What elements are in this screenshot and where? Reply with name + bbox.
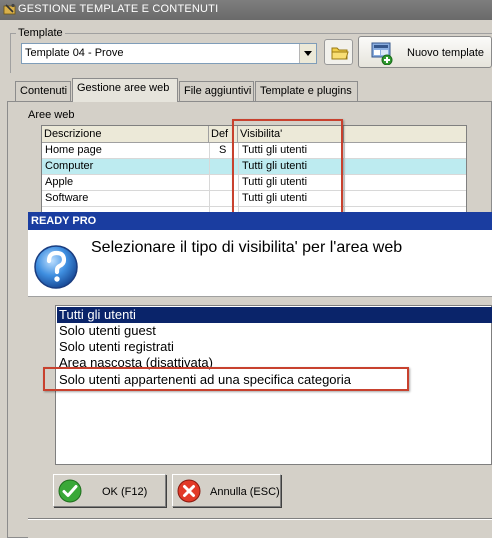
tab-contenuti-label: Contenuti	[20, 85, 68, 97]
tab-gestione-aree-web-label: Gestione aree web	[77, 82, 170, 94]
dialog-title: READY PRO	[31, 215, 97, 227]
app-icon	[3, 3, 16, 15]
ok-button[interactable]: OK (F12)	[53, 474, 166, 507]
cell-def: S	[219, 144, 227, 156]
aree-web-label: Aree web	[28, 109, 75, 121]
template-label: Template	[16, 27, 65, 39]
app-window: { "window": { "title": "GESTIONE TEMPLAT…	[0, 0, 492, 538]
new-template-label: Nuovo template	[407, 47, 485, 59]
dialog-header: Selezionare il tipo di visibilita' per l…	[28, 230, 492, 296]
tab-template-e-plugins[interactable]: Template e plugins	[255, 81, 358, 101]
tab-gestione-aree-web[interactable]: Gestione aree web	[72, 78, 178, 102]
chevron-down-icon[interactable]	[299, 44, 316, 63]
column-descrizione[interactable]: Descrizione	[42, 126, 209, 143]
tab-template-e-plugins-label: Template e plugins	[260, 85, 352, 97]
tab-file-aggiuntivi[interactable]: File aggiuntivi	[179, 81, 254, 101]
highlight-visibilita-column	[232, 119, 343, 219]
folder-icon	[331, 47, 349, 60]
tab-contenuti[interactable]: Contenuti	[15, 81, 71, 101]
tab-file-aggiuntivi-label: File aggiuntivi	[184, 85, 252, 97]
dialog-title-bar: READY PRO	[28, 212, 492, 230]
check-icon	[58, 479, 82, 503]
new-template-button[interactable]: Nuovo template	[358, 36, 492, 68]
cell-descrizione: Computer	[45, 160, 94, 172]
window-title: GESTIONE TEMPLATE E CONTENUTI	[18, 3, 219, 15]
cell-descrizione: Apple	[45, 176, 74, 188]
cell-def	[219, 192, 233, 207]
question-icon	[34, 245, 78, 289]
cell-def	[219, 176, 233, 191]
dialog-question: Selezionare il tipo di visibilita' per l…	[91, 239, 403, 256]
template-select-value: Template 04 - Prove	[25, 47, 124, 59]
cancel-icon	[177, 479, 201, 503]
list-item[interactable]: Solo utenti registrati	[57, 339, 492, 355]
ok-label: OK (F12)	[102, 486, 148, 498]
cell-descrizione: Home page	[45, 144, 102, 156]
cell-descrizione: Software	[45, 192, 89, 204]
new-template-icon	[371, 42, 393, 65]
title-bar: GESTIONE TEMPLATE E CONTENUTI	[0, 0, 492, 20]
cancel-label: Annulla (ESC)	[210, 486, 280, 498]
template-select[interactable]: Template 04 - Prove	[21, 43, 317, 64]
list-item-selected[interactable]: Tutti gli utenti	[57, 307, 492, 323]
dialog-divider	[28, 518, 492, 520]
list-item[interactable]: Solo utenti guest	[57, 323, 492, 339]
highlight-category-option	[43, 367, 409, 391]
cell-def	[219, 160, 233, 175]
open-folder-button[interactable]	[324, 39, 353, 65]
cancel-button[interactable]: Annulla (ESC)	[172, 474, 281, 507]
